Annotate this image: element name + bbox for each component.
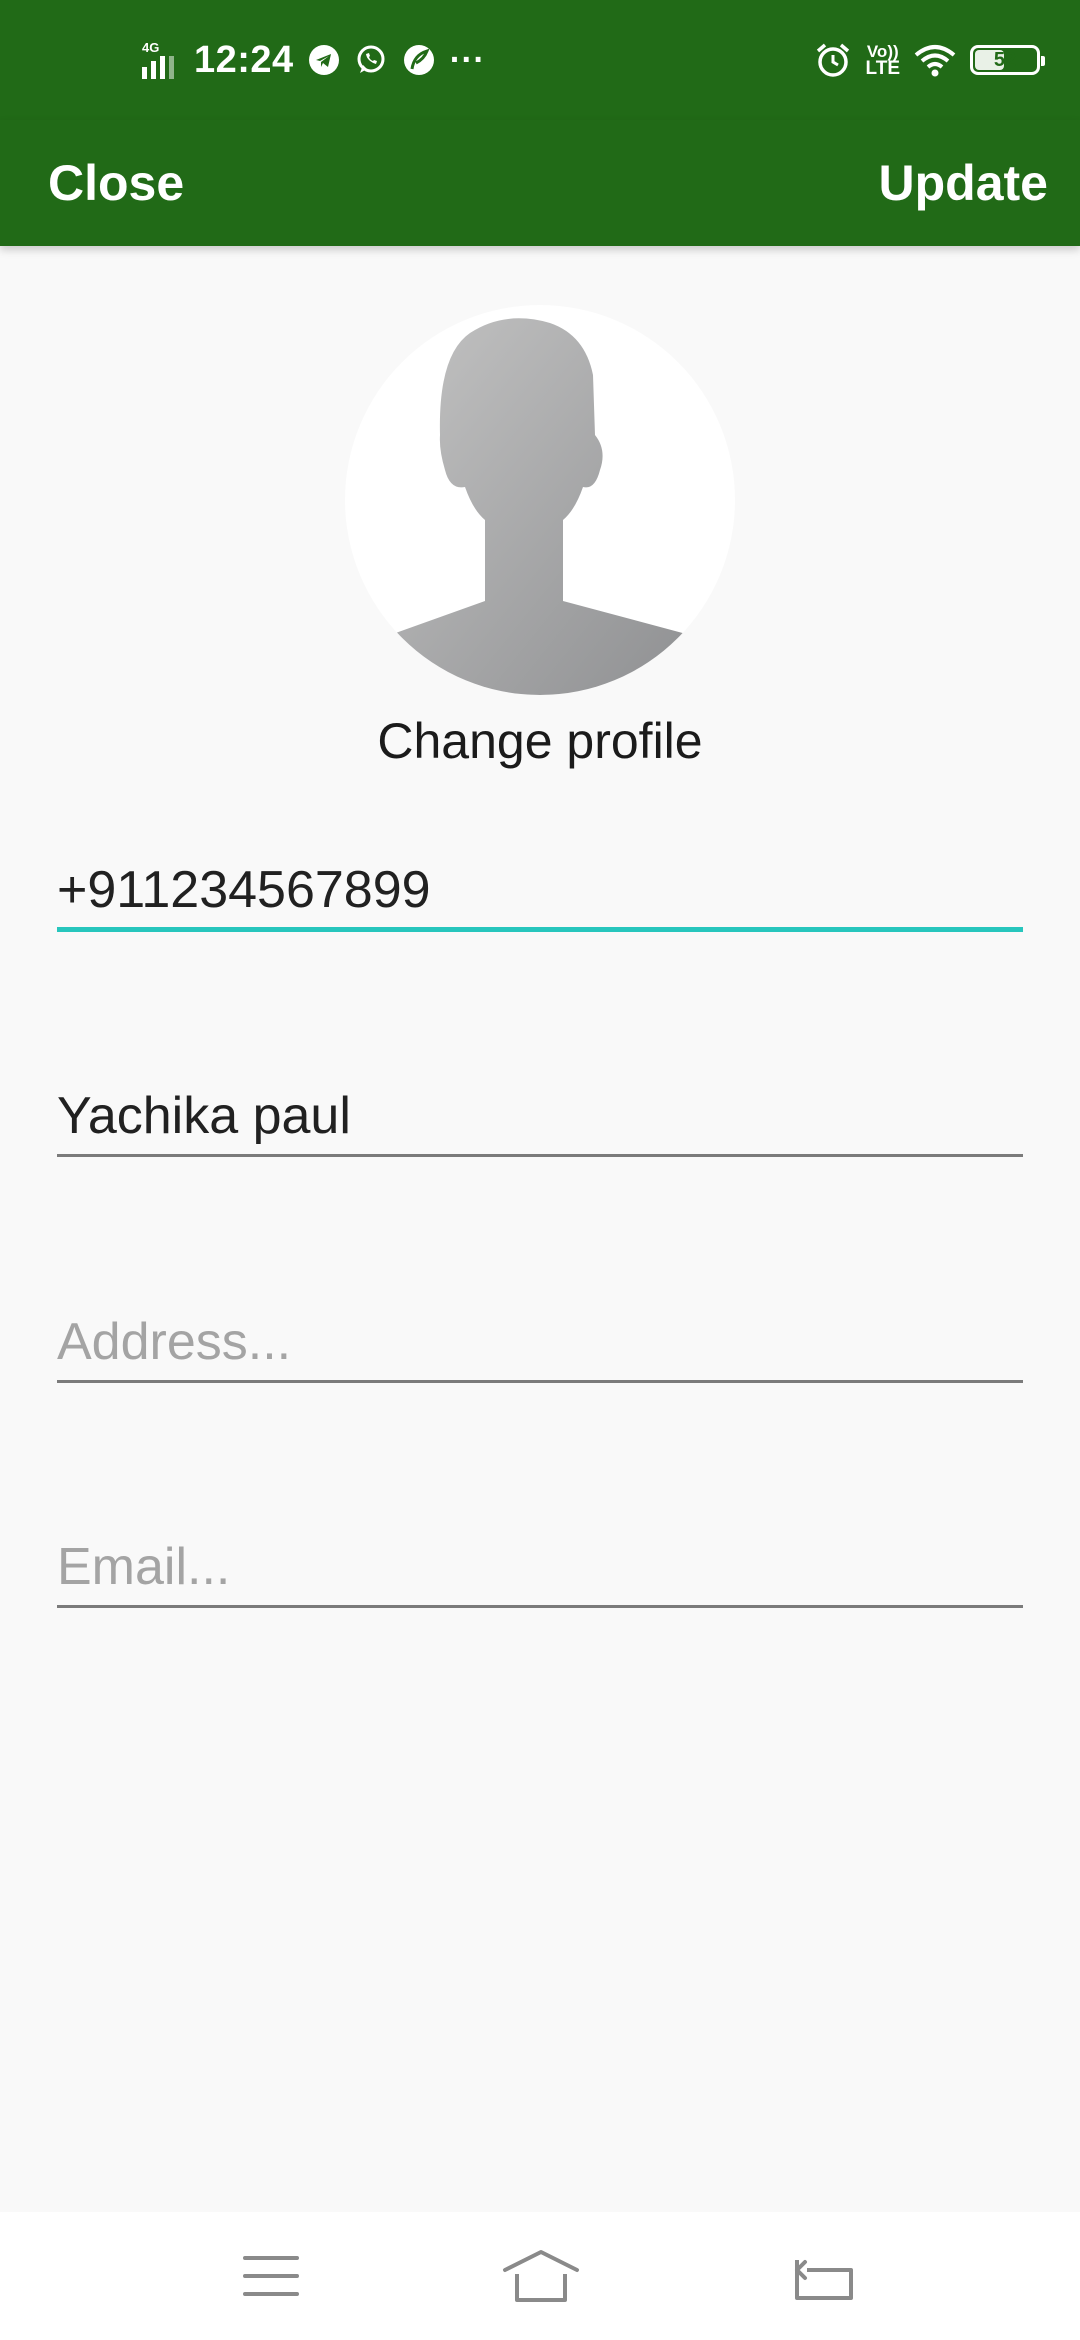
email-field (57, 1528, 1023, 1608)
telegram-icon (308, 45, 339, 75)
system-nav-bar (0, 2212, 1080, 2340)
address-field (57, 1303, 1023, 1383)
wifi-icon (914, 45, 956, 77)
default-person-icon (390, 318, 690, 695)
profile-avatar[interactable] (345, 305, 735, 695)
menu-icon[interactable] (223, 2234, 319, 2318)
status-right: Vo)) LTE 52 (814, 34, 1045, 86)
address-input[interactable] (57, 1303, 1023, 1380)
status-time: 12:24 (194, 38, 294, 81)
phone-input[interactable] (57, 852, 1023, 927)
name-input[interactable] (57, 1077, 1023, 1154)
battery-icon: 52 (970, 45, 1045, 75)
home-icon[interactable] (493, 2234, 589, 2318)
network-label: 4G (142, 40, 159, 55)
name-field (57, 1077, 1023, 1157)
app-bar: Close Update (0, 120, 1080, 246)
volte-indicator: Vo)) LTE (865, 43, 900, 79)
battery-level: 52 (993, 48, 1017, 71)
status-overflow: ··· (449, 40, 486, 79)
status-left: 4G 12:24 ··· (140, 34, 485, 86)
whatsapp-icon (357, 45, 385, 73)
close-button[interactable]: Close (40, 120, 192, 246)
leaf-icon (403, 45, 434, 75)
alarm-icon (816, 43, 849, 77)
update-button[interactable]: Update (871, 120, 1056, 246)
status-bar: 4G 12:24 ··· Vo)) LTE 52 (0, 0, 1080, 120)
signal-4g-icon: 4G (142, 40, 174, 79)
change-profile-button[interactable]: Change profile (0, 712, 1080, 770)
phone-field (57, 852, 1023, 932)
back-icon[interactable] (775, 2234, 871, 2318)
volte-bottom: LTE (865, 58, 900, 79)
email-input[interactable] (57, 1528, 1023, 1605)
